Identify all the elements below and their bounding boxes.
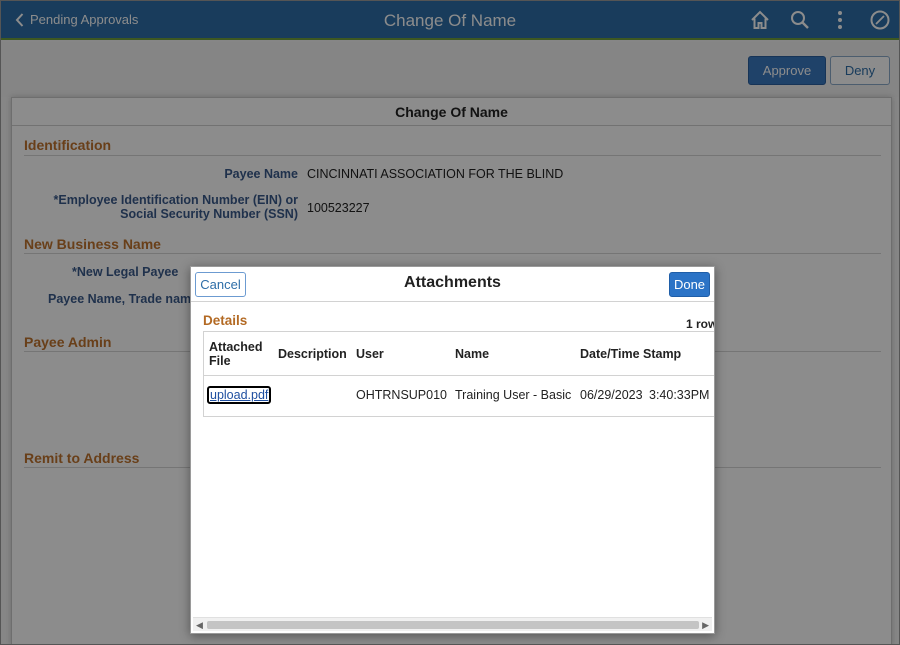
cancel-button[interactable]: Cancel [195,272,246,297]
attachments-grid: Attached File Description User Name Date… [203,331,714,417]
column-header-user: User [356,347,384,361]
column-header-line: Attached [209,340,263,354]
attachments-modal: Cancel Attachments Done Details 1 row At… [190,266,715,634]
column-header-datetime: Date/Time Stamp [580,347,682,361]
row-count: 1 row [686,317,715,331]
modal-title: Attachments [404,274,501,291]
time-cell: 3:40:33PM [649,388,710,402]
column-header-description: Description [278,347,347,361]
modal-header: Cancel Attachments Done [191,267,714,302]
scroll-right-arrow-icon[interactable]: ▶ [702,620,709,631]
column-header-name: Name [455,347,490,361]
user-cell: OHTRNSUP010 [356,388,447,402]
name-cell: Training User - Basic [455,388,572,402]
app-window: Pending Approvals Change Of Name Approve… [0,0,900,645]
scrollbar-thumb[interactable] [207,621,699,629]
scroll-left-arrow-icon[interactable]: ◀ [196,620,203,631]
details-title: Details [203,313,248,328]
column-header-line: File [209,354,231,368]
column-header-attached-file: Attached File [209,340,262,368]
date-cell: 06/29/2023 [580,388,643,402]
done-button[interactable]: Done [669,272,710,297]
grid-header: Attached File Description User Name Date… [204,332,714,376]
attached-file-link[interactable]: upload.pdf [207,386,272,404]
horizontal-scrollbar[interactable]: ◀ ▶ [193,617,712,631]
